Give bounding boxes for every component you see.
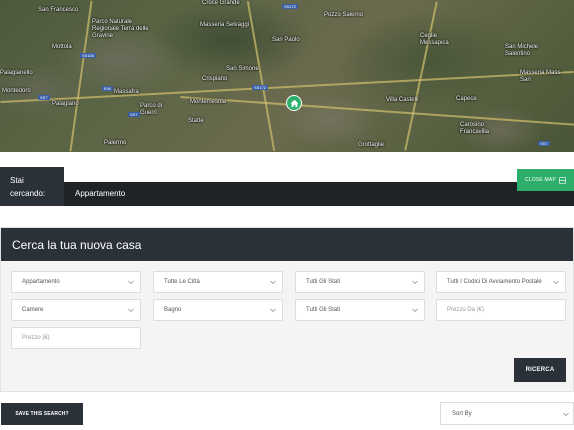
map-road [69, 0, 93, 152]
bathrooms-select[interactable]: Bagno [153, 299, 283, 321]
close-map-icon [559, 176, 566, 184]
bathrooms-value: Bagno [164, 307, 182, 313]
postal-code-select[interactable]: Tutti I Codici Di Avviamento Postale [436, 271, 566, 293]
map-town-label: Masseria Selvaggi [200, 22, 250, 28]
close-map-label: CLOSE MAP [525, 177, 556, 183]
map-town-label: Montemesola [190, 99, 227, 105]
map-town-label: Parco di Guerri [140, 103, 163, 116]
chevron-down-icon [563, 412, 569, 416]
map-road [404, 1, 438, 151]
search-summary-value-strip: Appartamento [64, 182, 574, 206]
price-to-input[interactable]: Prezzo (€) [11, 327, 141, 349]
sort-by-select[interactable]: Sort By [440, 402, 574, 425]
map-town-label: Massafra [114, 89, 139, 95]
road-shield: SS100 [80, 53, 97, 58]
road-shield: SS7 [38, 95, 50, 100]
home-icon [289, 99, 299, 107]
map-town-label: San Paolo [272, 37, 300, 43]
price-to-placeholder: Prezzo (€) [22, 335, 50, 341]
map-town-label: Grottaglie [358, 142, 385, 148]
map-town-label: Villa Castelli [386, 97, 419, 103]
price-from-placeholder: Prezzo Da (€) [447, 307, 485, 313]
map-town-label: San Simone [226, 66, 259, 72]
postal-code-value: Tutti I Codici Di Avviamento Postale [447, 279, 542, 285]
road-shield: SS172 [252, 85, 269, 90]
status-value: Tutti Gli Stati [306, 279, 341, 285]
search-summary-label-line2: cercando: [10, 189, 46, 198]
map-town-label: Palagianello [0, 70, 33, 76]
map-town-label: Parco Naturale Regionale Terra delle Gra… [92, 19, 149, 39]
chevron-down-icon [270, 280, 276, 284]
map-town-label: Palermo [104, 140, 127, 146]
chevron-down-icon [412, 280, 418, 284]
close-map-button[interactable]: CLOSE MAP [517, 169, 574, 191]
property-type-value: Appartamento [22, 279, 60, 285]
map-town-label: Ceglie Messapica [420, 33, 449, 46]
sort-by-value: Sort By [452, 411, 472, 417]
map-town-label: Mottola [52, 44, 72, 50]
map-view[interactable]: San Francesco Parco Naturale Regionale T… [0, 0, 574, 152]
property-type-select[interactable]: Appartamento [11, 271, 141, 293]
city-select[interactable]: Tutte Le Città [153, 271, 283, 293]
property-marker[interactable] [286, 95, 302, 111]
map-town-label: Croce Grande [202, 0, 240, 6]
road-shield: SS7 [538, 141, 550, 146]
search-summary-value: Appartamento [75, 189, 126, 198]
chevron-down-icon [412, 308, 418, 312]
map-town-label: Masseria Mass-Sari [520, 70, 563, 83]
status-select-2[interactable]: Tutti Gli Stati [295, 299, 425, 321]
map-town-label: Pozzo Salerno [324, 12, 364, 18]
map-town-label: Montedoro [2, 88, 31, 94]
status-select[interactable]: Tutti Gli Stati [295, 271, 425, 293]
chevron-down-icon [128, 308, 134, 312]
map-road [246, 1, 275, 151]
search-summary-label-line1: Stai [10, 176, 24, 185]
chevron-down-icon [270, 308, 276, 312]
chevron-down-icon [553, 280, 559, 284]
city-value: Tutte Le Città [164, 279, 200, 285]
map-town-label: Palagiano [52, 101, 79, 107]
search-panel-title: Cerca la tua nuova casa [1, 228, 573, 261]
price-from-input[interactable]: Prezzo Da (€) [436, 299, 566, 321]
search-summary-bar: Stai cercando: Appartamento [0, 167, 574, 206]
map-town-label: Crispiano [202, 76, 228, 82]
search-summary-label: Stai cercando: [0, 167, 64, 206]
status-value-2: Tutti Gli Stati [306, 307, 341, 313]
map-road [180, 96, 574, 126]
map-town-label: Statte [188, 118, 204, 124]
save-search-button[interactable]: SAVE THIS SEARCH? [1, 403, 83, 425]
rooms-value: Camere [22, 307, 44, 313]
map-town-label: Capece [456, 96, 477, 102]
map-town-label: San Michele Salentino [505, 44, 539, 57]
map-town-label: Carosino Francavilla [460, 122, 490, 135]
road-shield: SS7 [128, 112, 140, 117]
map-town-label: San Francesco [38, 7, 79, 13]
rooms-select[interactable]: Camere [11, 299, 141, 321]
road-shield: E90 [102, 86, 114, 91]
search-button[interactable]: RICERCA [514, 358, 566, 382]
road-shield: SS172 [282, 4, 299, 9]
chevron-down-icon [128, 280, 134, 284]
